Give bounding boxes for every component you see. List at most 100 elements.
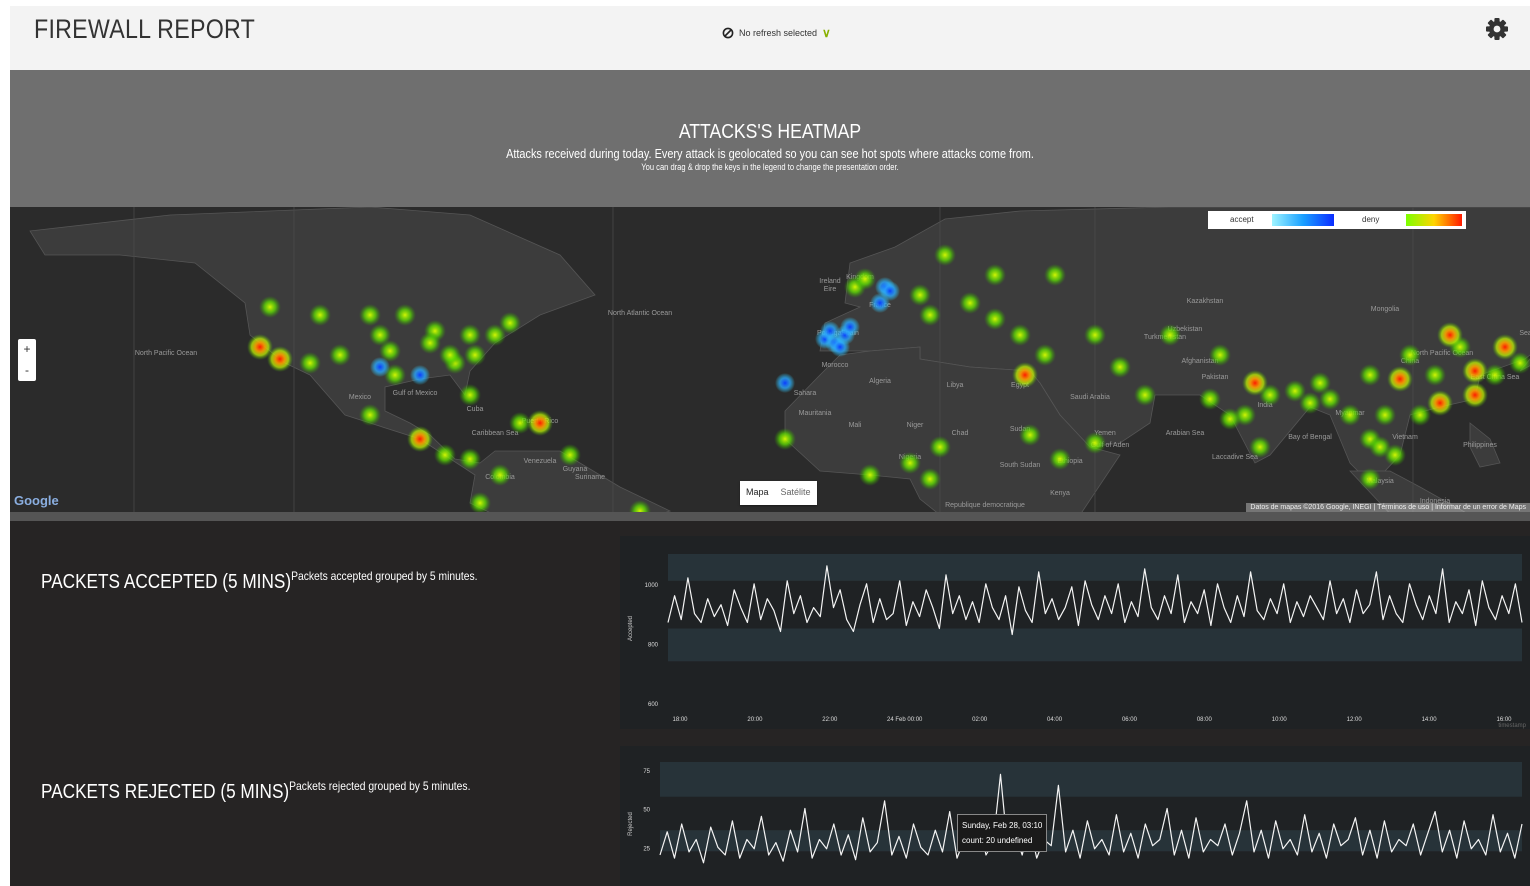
zoom-in-button[interactable]: + (18, 339, 36, 360)
heat-spot (1399, 344, 1421, 366)
chart-band (668, 628, 1522, 662)
heat-spot (1084, 324, 1106, 346)
deny-spot (527, 410, 553, 436)
map-label: Eire (824, 286, 837, 293)
legend-deny-label[interactable]: deny (1362, 215, 1379, 224)
heat-spot (1049, 448, 1071, 470)
deny-spot (1387, 366, 1413, 392)
accepted-title: PACKETS ACCEPTED (5 MINS) (41, 571, 292, 593)
gear-icon[interactable] (1484, 16, 1510, 42)
heat-spot (394, 304, 416, 326)
packets-panels: PACKETS ACCEPTED (5 MINS)Packets accepte… (10, 521, 1530, 886)
heat-spot (859, 464, 881, 486)
x-tick-label: 06:00 (1122, 717, 1138, 723)
heat-spot (434, 444, 456, 466)
map-label: Niger (907, 422, 924, 429)
heat-spot (774, 428, 796, 450)
google-logo[interactable]: Google (14, 493, 59, 508)
heat-spot (464, 344, 486, 366)
map-label: Vietnam (1392, 434, 1418, 441)
heat-spot (1369, 436, 1391, 458)
heat-spot (854, 268, 876, 290)
heat-spot (329, 344, 351, 366)
chevron-down-icon: ∨ (822, 26, 831, 40)
accept-spot (840, 317, 860, 337)
map-type-control: Mapa Satélite (740, 481, 817, 505)
y-tick-label: 25 (643, 846, 650, 852)
map-label: Algeria (869, 378, 891, 385)
heat-spot (909, 284, 931, 306)
heat-spot (1409, 404, 1431, 426)
map-label: Venezuela (524, 458, 557, 465)
x-tick-label: 12:00 (1347, 717, 1363, 723)
x-tick-label: 10:00 (1272, 717, 1288, 723)
deny-spot (1427, 390, 1453, 416)
y-tick-label: 1000 (645, 583, 659, 589)
y-tick-label: 600 (648, 702, 659, 708)
heat-spot (1084, 432, 1106, 454)
x-tick-label: 22:00 (822, 717, 838, 723)
zoom-control: + - (18, 339, 36, 381)
chart-band (668, 554, 1522, 581)
map-label: Arabian Sea (1166, 430, 1205, 437)
legend-accept-label[interactable]: accept (1230, 215, 1254, 224)
heat-spot (419, 332, 441, 354)
heat-spot (299, 352, 321, 374)
deny-spot (1462, 358, 1488, 384)
map-label: Sahara (794, 390, 817, 397)
heat-spot (1109, 356, 1131, 378)
rejected-subtitle: Packets rejected grouped by 5 minutes. (289, 779, 471, 793)
heat-spot (489, 464, 511, 486)
heat-spot (1209, 344, 1231, 366)
accept-spot (410, 365, 430, 385)
map-label: Kenya (1050, 490, 1070, 497)
y-tick-label: 50 (643, 808, 650, 814)
rejected-title: PACKETS REJECTED (5 MINS) (41, 781, 290, 803)
x-tick-label: 18:00 (672, 717, 688, 723)
y-tick-label: 800 (648, 642, 659, 648)
heat-spot (1009, 324, 1031, 346)
heat-spot (359, 304, 381, 326)
heat-spot (919, 468, 941, 490)
heat-spot (1034, 344, 1056, 366)
y-axis-label: Accepted (628, 616, 634, 641)
heatmap-header: ATTACKS'S HEATMAP Attacks received durin… (10, 70, 1530, 207)
top-bar: FIREWALL REPORT No refresh selected ∨ (10, 6, 1530, 71)
heat-spot (959, 292, 981, 314)
map-label: Mexico (349, 394, 371, 401)
heat-spot (309, 304, 331, 326)
refresh-selector[interactable]: No refresh selected ∨ (722, 26, 831, 40)
attack-heatmap[interactable]: North Pacific Ocean North Atlantic Ocean N… (10, 207, 1530, 512)
zoom-out-button[interactable]: - (18, 360, 36, 381)
map-label: Republique democratique (945, 502, 1025, 509)
rejected-panel-title: PACKETS REJECTED (5 MINS)Packets rejecte… (41, 779, 471, 804)
map-attribution[interactable]: Datos de mapas ©2016 Google, INEGI | Tér… (1246, 503, 1530, 512)
map-label: North Pacific Ocean (135, 350, 197, 357)
rejected-chart[interactable]: 75 50 25 Rejected Sunday, Feb 28, 03:10 cou… (620, 746, 1530, 886)
x-tick-label: 24 Feb 00:00 (887, 717, 923, 723)
heat-spot (1284, 380, 1306, 402)
heat-spot (459, 324, 481, 346)
heat-spot (1134, 384, 1156, 406)
dashboard: FIREWALL REPORT No refresh selected ∨ AT… (10, 6, 1530, 886)
map-label: Guyana (563, 466, 588, 473)
heatmap-legend[interactable]: accept deny (1208, 211, 1466, 229)
tooltip-date: Sunday, Feb 28, 03:10 (962, 821, 1043, 830)
world-map[interactable]: North Pacific Ocean North Atlantic Ocean N… (10, 207, 1530, 512)
map-label: Kazakhstan (1187, 298, 1224, 305)
x-axis-corner-label: timestamp (1498, 723, 1526, 729)
map-label: South Sudan (1000, 462, 1041, 469)
x-tick-label: 04:00 (1047, 717, 1063, 723)
map-type-satellite[interactable]: Satélite (775, 481, 817, 505)
x-tick-label: 20:00 (747, 717, 763, 723)
x-tick-label: 08:00 (1197, 717, 1213, 723)
accepted-chart[interactable]: 1000 800 600 Accepted 18:00 20:00 22:00 24 Feb … (620, 536, 1530, 729)
heat-spot (499, 312, 521, 334)
deny-spot (247, 334, 273, 360)
map-type-map[interactable]: Mapa (740, 481, 775, 505)
map-label: Mauritania (799, 410, 832, 417)
map-label: Libya (947, 382, 964, 389)
map-label: Cuba (467, 406, 484, 413)
map-label: Chad (952, 430, 969, 437)
heat-spot (1249, 436, 1271, 458)
